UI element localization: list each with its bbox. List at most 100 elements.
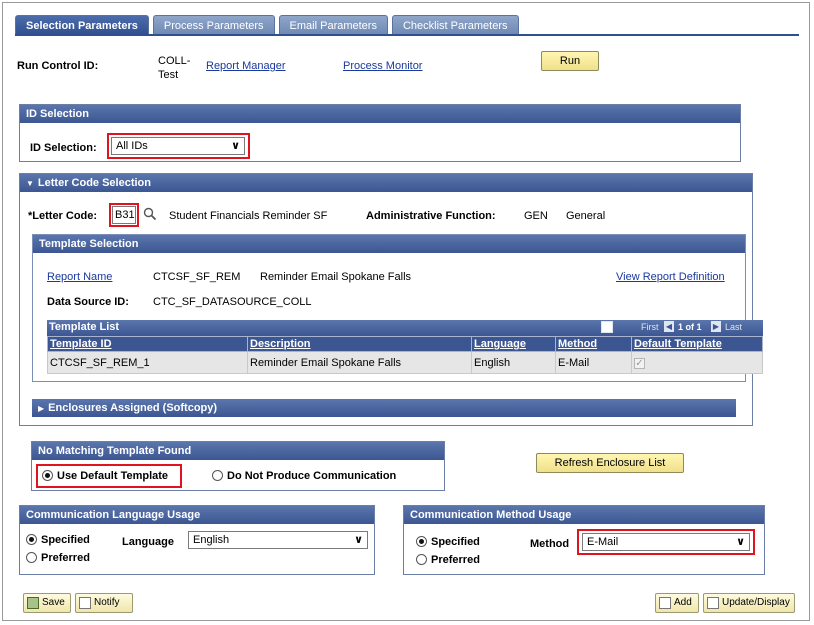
id-selection-header: ID Selection xyxy=(20,105,740,123)
language-specified-label: Specified xyxy=(41,534,90,546)
save-icon xyxy=(27,597,39,609)
tab-checklist-parameters[interactable]: Checklist Parameters xyxy=(391,15,519,35)
table-row: CTCSF_SF_REM_1 Reminder Email Spokane Fa… xyxy=(47,351,763,374)
letter-code-group: ▼ Letter Code Selection *Letter Code: B31… xyxy=(19,173,763,426)
no-matching-template-header: No Matching Template Found xyxy=(32,442,444,460)
language-preferred-option[interactable]: Preferred xyxy=(26,552,90,564)
do-not-produce-radio[interactable] xyxy=(212,470,223,481)
admin-function-label: Administrative Function: xyxy=(366,210,496,222)
cell-template-id: CTCSF_SF_REM_1 xyxy=(47,351,248,374)
language-preferred-radio[interactable] xyxy=(26,552,37,563)
save-button[interactable]: Save xyxy=(23,593,71,613)
report-name-link[interactable]: Report Name xyxy=(47,271,112,283)
letter-code-header[interactable]: ▼ Letter Code Selection xyxy=(20,174,752,192)
expand-triangle-icon: ▶ xyxy=(38,404,45,413)
report-description: Reminder Email Spokane Falls xyxy=(260,271,412,283)
tab-process-parameters[interactable]: Process Parameters xyxy=(152,15,275,35)
admin-function-code: GEN xyxy=(524,210,548,222)
column-header-description[interactable]: Description xyxy=(247,336,472,352)
page-frame: Selection Parameters Process Parameters … xyxy=(2,2,810,621)
language-value: English xyxy=(193,534,230,546)
method-preferred-label: Preferred xyxy=(431,554,480,566)
use-default-highlight xyxy=(36,464,182,488)
tab-bar: Selection Parameters Process Parameters … xyxy=(15,15,523,35)
notify-icon xyxy=(79,597,91,609)
communication-language-group: Communication Language Usage Specified P… xyxy=(19,505,375,575)
letter-code-header-label: Letter Code Selection xyxy=(37,177,151,189)
communication-method-group: Communication Method Usage Specified Pre… xyxy=(403,505,765,575)
cell-description: Reminder Email Spokane Falls xyxy=(247,351,472,374)
language-specified-option[interactable]: Specified xyxy=(26,534,90,546)
data-source-label: Data Source ID: xyxy=(47,296,129,308)
template-list-title: Template List xyxy=(49,321,120,333)
update-display-icon xyxy=(707,597,719,609)
tab-email-parameters[interactable]: Email Parameters xyxy=(278,15,388,35)
notify-label: Notify xyxy=(94,597,120,608)
language-preferred-label: Preferred xyxy=(41,552,90,564)
chevron-down-icon: ∨ xyxy=(354,534,363,546)
view-report-definition-link[interactable]: View Report Definition xyxy=(616,271,725,283)
communication-language-header: Communication Language Usage xyxy=(20,506,374,524)
do-not-produce-option[interactable]: Do Not Produce Communication xyxy=(212,470,396,482)
grid-zoom-icon[interactable] xyxy=(601,321,613,333)
save-label: Save xyxy=(42,597,65,608)
method-highlight xyxy=(577,529,755,555)
grid-nav-range: 1 of 1 xyxy=(678,322,702,332)
id-selection-label: ID Selection: xyxy=(30,142,97,154)
run-button[interactable]: Run xyxy=(541,51,599,71)
grid-nav-last[interactable]: Last xyxy=(725,322,742,332)
enclosures-header[interactable]: ▶ Enclosures Assigned (Softcopy) xyxy=(32,399,736,417)
tab-underline xyxy=(15,34,799,36)
column-header-language[interactable]: Language xyxy=(471,336,556,352)
report-code: CTCSF_SF_REM xyxy=(153,271,241,283)
cell-method: E-Mail xyxy=(555,351,632,374)
data-source-value: CTC_SF_DATASOURCE_COLL xyxy=(153,296,312,308)
language-label: Language xyxy=(122,536,174,548)
run-control-label: Run Control ID: xyxy=(17,60,99,72)
id-selection-group: ID Selection ID Selection: All IDs ∨ xyxy=(19,104,741,162)
letter-code-highlight xyxy=(109,203,139,227)
default-template-checkbox: ✓ xyxy=(634,357,645,369)
do-not-produce-label: Do Not Produce Communication xyxy=(227,470,397,482)
process-monitor-link[interactable]: Process Monitor xyxy=(343,60,422,72)
method-preferred-option[interactable]: Preferred xyxy=(416,554,480,566)
next-arrow-icon[interactable]: ▶ xyxy=(711,321,721,332)
refresh-enclosure-list-button[interactable]: Refresh Enclosure List xyxy=(536,453,684,473)
template-list-table: Template ID Description Language Method … xyxy=(47,336,763,374)
id-selection-highlight xyxy=(107,133,250,159)
update-display-button[interactable]: Update/Display xyxy=(703,593,795,613)
grid-nav-first[interactable]: First xyxy=(641,322,659,332)
template-selection-group: Template Selection Report Name CTCSF_SF_… xyxy=(32,234,763,382)
communication-method-header: Communication Method Usage xyxy=(404,506,764,524)
cell-language: English xyxy=(471,351,556,374)
run-control-value-2: Test xyxy=(158,69,179,81)
template-selection-header: Template Selection xyxy=(33,235,745,253)
method-specified-option[interactable]: Specified xyxy=(416,536,480,548)
enclosures-header-label: Enclosures Assigned (Softcopy) xyxy=(48,402,218,414)
add-icon xyxy=(659,597,671,609)
column-header-method[interactable]: Method xyxy=(555,336,632,352)
add-button[interactable]: Add xyxy=(655,593,699,613)
report-manager-link[interactable]: Report Manager xyxy=(206,60,286,72)
column-header-template-id[interactable]: Template ID xyxy=(47,336,248,352)
search-icon[interactable] xyxy=(143,207,157,221)
cell-default-template: ✓ xyxy=(631,351,763,374)
letter-code-label: *Letter Code: xyxy=(28,210,98,222)
template-list-header-bar: Template List First ◀ 1 of 1 ▶ Last xyxy=(47,320,763,336)
column-header-default-template[interactable]: Default Template xyxy=(631,336,763,352)
admin-function-desc: General xyxy=(566,210,606,222)
method-specified-label: Specified xyxy=(431,536,480,548)
run-control-value-1: COLL- xyxy=(158,55,191,67)
language-specified-radio[interactable] xyxy=(26,534,37,545)
notify-button[interactable]: Notify xyxy=(75,593,133,613)
language-dropdown[interactable]: English ∨ xyxy=(188,531,368,549)
tab-selection-parameters[interactable]: Selection Parameters xyxy=(15,15,149,35)
method-label: Method xyxy=(530,538,570,550)
method-preferred-radio[interactable] xyxy=(416,554,427,565)
prev-arrow-icon[interactable]: ◀ xyxy=(664,321,674,332)
collapse-triangle-icon: ▼ xyxy=(26,179,34,188)
method-specified-radio[interactable] xyxy=(416,536,427,547)
letter-code-description: Student Financials Reminder SF xyxy=(169,210,328,222)
add-label: Add xyxy=(674,597,692,608)
no-matching-template-group: No Matching Template Found Use Default T… xyxy=(31,441,445,491)
